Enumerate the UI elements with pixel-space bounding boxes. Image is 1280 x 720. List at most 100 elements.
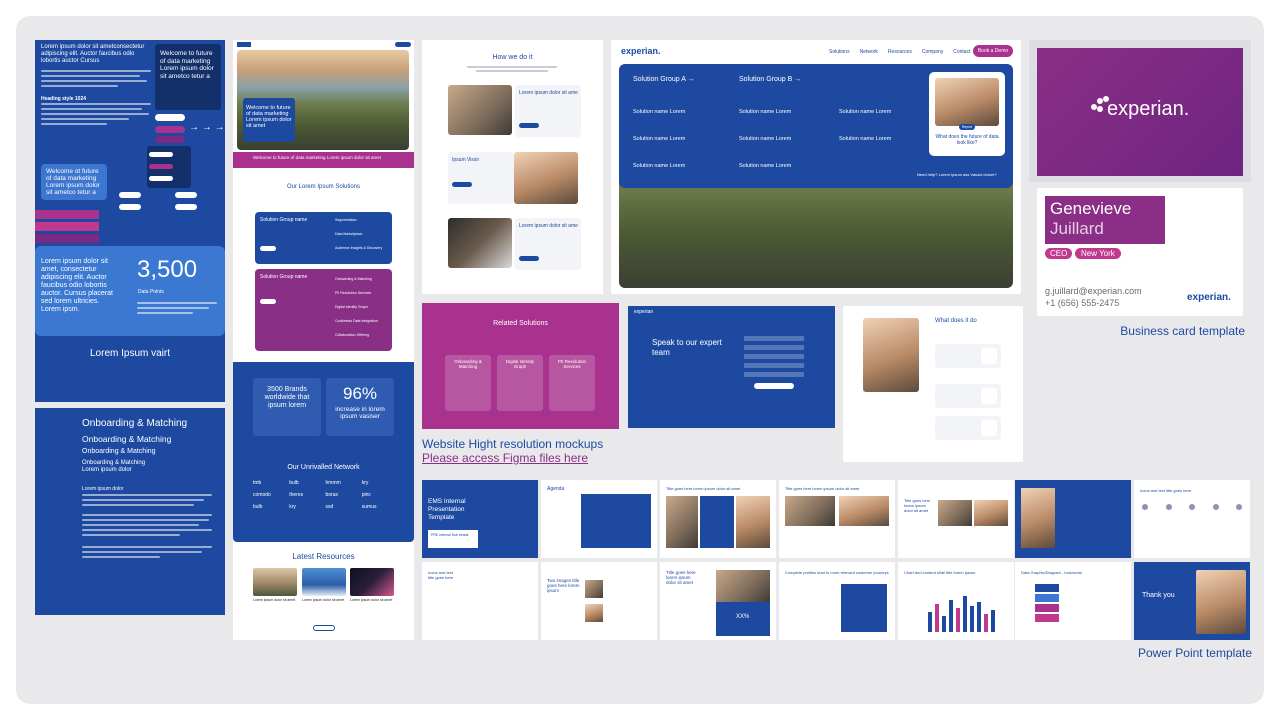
form-field[interactable] [744,345,804,350]
slide-blue-photo[interactable] [1015,480,1131,558]
group1-item-3[interactable]: Audience Insights & Discovery [335,246,382,250]
group2-item-2[interactable]: PII Resolution Services [335,291,371,295]
solutions-title: Our Lorem Ipsum Solutions [286,184,361,190]
group2-item-4[interactable]: Cookieless Data Integration [335,319,378,323]
slide-profiles[interactable]: Complete profiles lead to more relevant … [779,562,895,640]
slide-cover[interactable]: EMS Internal Presentation Template PRE i… [422,480,538,558]
kpi-block: XX% [716,602,770,636]
onboarding-panel: Onboarding & Matching Onboarding & Match… [35,408,225,615]
btn-sample-2[interactable] [155,126,185,133]
related-col-3[interactable]: PII Resolution Services [549,355,595,411]
nav-solutions[interactable]: Solutions [829,49,850,55]
slide-agenda-title: Agenda [547,486,565,492]
home-icon-2 [981,420,997,436]
slide-photo [716,570,770,602]
slide-diagram[interactable]: Data Graphic/Diagram - horizontal [1015,562,1131,640]
menu-item[interactable]: Solution name Lorem [633,126,685,153]
menu-item[interactable]: Solution name Lorem [839,126,891,153]
ui-chip-1[interactable] [149,152,173,157]
feature-card[interactable]: Report What does the future of data look… [929,72,1005,156]
resource-card-3[interactable]: Lorem ipsum dolor sit amet [350,568,394,618]
nav-network[interactable]: Network [860,49,878,55]
related-col-2-label: Digital Identity Graph [505,359,535,369]
tab-stack-1[interactable] [35,210,99,219]
slide-title: Two images title goes here lorem ipsum [547,578,580,593]
tab-stack-2[interactable] [35,222,99,231]
group2-item-3[interactable]: Digital Identity Graph [335,305,368,309]
nav-resources[interactable]: Resources [888,49,912,55]
menu-item[interactable]: Solution name Lorem [739,126,791,153]
menu-item[interactable]: Solution name Lorem [739,99,791,126]
ui-chip-3[interactable] [149,176,173,181]
slide-photo [1196,570,1246,634]
how-btn-2[interactable] [452,182,472,187]
nav-company[interactable]: Company [922,49,943,55]
ui-chip-6[interactable] [175,192,197,198]
resource-card-2[interactable]: Lorem ipsum dolor sit amet [302,568,346,618]
slide-icons[interactable]: Icons and text title goes here [1134,480,1250,558]
group-a-title[interactable]: Solution Group A → [633,76,694,83]
form-field[interactable] [744,354,804,359]
form-field[interactable] [744,363,804,368]
slide-icons-text[interactable]: Icons and text title goes here [422,562,538,640]
hero-nav: Solutions Network Resources Company Cont… [829,49,970,55]
menu-item[interactable]: Solution name Lorem [633,99,685,126]
related-col-1[interactable]: Onboarding & Matching [445,355,491,411]
slide-two-col[interactable]: Title goes here lorem ipsum dolor sit am… [660,480,776,558]
slide-cover-title: EMS Internal Presentation Template [428,498,466,521]
slide-agenda[interactable]: Agenda [541,480,657,558]
slide-kpi[interactable]: Title goes here lorem ipsum dolor sit am… [660,562,776,640]
group1-item-2[interactable]: Data Marketplace [335,232,362,236]
how-btn-3[interactable] [519,256,539,261]
group2-btn[interactable] [260,299,276,304]
what-row-2 [935,384,1001,408]
web-nav-cta[interactable] [395,42,411,47]
slide-photos-text[interactable]: Title goes here lorem ipsum dolor sit am… [898,480,1014,558]
heading-style: Heading style 1024 [41,96,87,102]
figma-link[interactable]: Please access Figma files here [422,451,588,465]
related-col-2[interactable]: Digital Identity Graph [497,355,543,411]
stat2-num: 96% [342,384,378,403]
slide-two-photos[interactable]: Title goes here lorem ipsum dolor sit am… [779,480,895,558]
bottom-label: Lorem Ipsum vairt [89,348,171,359]
menu-item[interactable]: Solution name Lorem [839,99,891,126]
ui-chip-2[interactable] [149,164,173,169]
ui-chip-7[interactable] [175,204,197,210]
nav-contact[interactable]: Contact [953,49,970,55]
group1-btn[interactable] [260,246,276,251]
resource-card-1[interactable]: Lorem ipsum dolor sit amet [253,568,297,618]
book-demo-button[interactable]: Book a Demo [973,45,1013,57]
menu-item[interactable]: Solution name Lorem [633,153,685,180]
form-field[interactable] [744,336,804,341]
group-b-title[interactable]: Solution Group B → [739,76,801,83]
form-submit[interactable] [754,383,794,389]
mega-menu: Solution Group A → Solution Group B → So… [619,64,1013,188]
menu-item[interactable]: Solution name Lorem [739,153,791,180]
slide-thank-you[interactable]: Thank you [1134,562,1250,640]
btn-sample-1[interactable] [155,114,185,121]
slide-photo [666,496,698,548]
how-btn-1[interactable] [519,123,539,128]
tab-stack-3[interactable] [35,234,99,243]
group2-item-1[interactable]: Onboarding & Matching [335,277,372,281]
form-field[interactable] [744,372,804,377]
ui-chip-4[interactable] [119,192,141,198]
web-hero-card: Welcome to future of data marketing Lore… [243,98,295,142]
solution-group-1: Solution Group name Segmentation Data Ma… [255,212,392,264]
body-lines-2 [41,103,151,125]
slide-two-images[interactable]: Two images title goes here lorem ipsum [541,562,657,640]
slide-chart[interactable]: Chart and content slide title lorem ipsu… [898,562,1014,640]
ui-chip-5[interactable] [119,204,141,210]
network-logos: tmb bulb hmmm kry comodo theres borax pi… [253,480,398,510]
group1-item-1[interactable]: Segmentation [335,218,357,222]
business-card-caption: Business card template [1120,324,1245,338]
onb-4: Onboarding & Matching [82,460,146,466]
group2-item-5[interactable]: Collaboration Offering [335,333,369,337]
hero-logo[interactable]: experian. [621,46,661,56]
resources-btn[interactable] [313,625,335,631]
resource-3-text: Lorem ipsum dolor sit amet [350,598,393,602]
help-text[interactable]: Need help? Lorem Ipsum ass Vasoid dolore… [917,172,997,177]
related-solutions-mockup: Related Solutions Onboarding & Matching … [422,303,619,429]
btn-sample-3[interactable] [155,136,185,143]
slide-photo [785,496,835,526]
